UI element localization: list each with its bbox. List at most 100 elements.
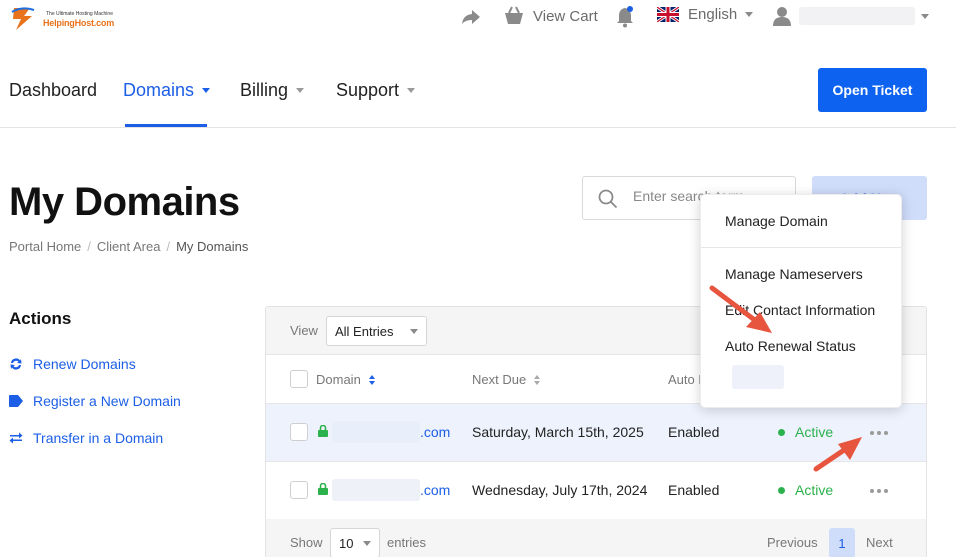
basket-icon	[505, 6, 523, 24]
chevron-down-icon	[921, 13, 929, 19]
top-bar: The Ultimate Hosting Machine HelpingHost…	[0, 0, 956, 34]
open-ticket-button[interactable]: Open Ticket	[818, 68, 927, 112]
main-nav: Dashboard Domains Billing Support Open T…	[0, 60, 956, 128]
menu-auto-renewal-status[interactable]: Auto Renewal Status	[725, 338, 856, 354]
status-dot-icon	[778, 428, 785, 436]
table-row[interactable]: .com Wednesday, July 17th, 2024 Enabled …	[266, 462, 926, 520]
more-options-icon[interactable]	[870, 489, 891, 493]
status-badge: Active	[778, 482, 833, 498]
transfer-domain-link[interactable]: Transfer in a Domain	[9, 430, 163, 446]
breadcrumb-separator: /	[166, 239, 171, 254]
menu-manage-nameservers[interactable]: Manage Nameservers	[725, 266, 863, 282]
sort-icon	[368, 374, 375, 385]
column-domain-label: Domain	[316, 372, 361, 387]
domain-name-redacted	[332, 421, 420, 443]
chevron-down-icon	[296, 88, 305, 93]
sync-icon	[10, 358, 22, 370]
auto-renew-value: Enabled	[668, 424, 720, 440]
page-size-value: 10	[339, 535, 354, 551]
share-button[interactable]	[460, 8, 482, 26]
status-label: Active	[795, 424, 834, 440]
page-title: My Domains	[9, 180, 240, 224]
status-label: Active	[795, 482, 834, 498]
page-number-button[interactable]: 1	[829, 528, 855, 557]
register-domain-link[interactable]: Register a New Domain	[9, 393, 181, 409]
breadcrumb-current: My Domains	[176, 239, 249, 254]
notifications-button[interactable]	[615, 6, 635, 28]
brand-logo[interactable]: The Ultimate Hosting Machine HelpingHost…	[10, 4, 114, 34]
breadcrumb-client-area[interactable]: Client Area	[97, 239, 161, 254]
language-label: English	[688, 6, 738, 23]
lock-icon	[318, 483, 328, 495]
menu-manage-domain[interactable]: Manage Domain	[725, 213, 828, 229]
row-checkbox[interactable]	[290, 481, 308, 499]
user-icon	[773, 7, 791, 26]
uk-flag-icon	[657, 7, 679, 22]
domain-actions-menu: Manage Domain Manage Nameservers Edit Co…	[700, 194, 902, 408]
table-footer: Show 10 entries Previous 1 Next	[266, 519, 926, 557]
column-domain[interactable]: Domain	[316, 372, 375, 387]
status-badge: Active	[778, 424, 833, 440]
view-filter-value: All Entries	[335, 323, 394, 339]
entries-label: entries	[387, 535, 427, 550]
user-menu[interactable]	[773, 6, 929, 26]
page-size-select[interactable]: 10	[330, 528, 380, 557]
next-page-button[interactable]: Next	[866, 535, 893, 550]
row-checkbox[interactable]	[290, 423, 308, 441]
next-due-date: Wednesday, July 17th, 2024	[472, 482, 648, 498]
nav-active-indicator	[125, 124, 207, 127]
view-filter-select[interactable]: All Entries	[326, 316, 427, 346]
language-selector[interactable]: English	[657, 6, 754, 23]
nav-billing[interactable]: Billing	[240, 80, 305, 101]
view-cart-label: View Cart	[533, 7, 598, 25]
view-label: View	[290, 323, 318, 338]
menu-item-redacted	[732, 365, 784, 389]
auto-renew-value: Enabled	[668, 482, 720, 498]
table-row[interactable]: .com Saturday, March 15th, 2025 Enabled …	[266, 404, 926, 462]
renew-domains-label: Renew Domains	[33, 356, 136, 372]
select-all-checkbox[interactable]	[290, 370, 308, 388]
nav-domains[interactable]: Domains	[123, 80, 211, 101]
actions-heading: Actions	[9, 309, 72, 328]
column-next-due[interactable]: Next Due	[472, 372, 541, 387]
chevron-down-icon	[202, 88, 211, 93]
lock-icon	[318, 425, 328, 437]
status-dot-icon	[778, 486, 785, 494]
domain-name-redacted	[332, 479, 420, 501]
share-icon	[462, 10, 480, 24]
menu-edit-contact-info[interactable]: Edit Contact Information	[725, 302, 875, 318]
breadcrumb: Portal Home / Client Area / My Domains	[9, 239, 248, 254]
register-domain-label: Register a New Domain	[33, 393, 181, 409]
domain-link[interactable]: .com	[420, 424, 450, 440]
sort-icon	[534, 374, 541, 385]
transfer-icon	[9, 432, 23, 444]
nav-dashboard[interactable]: Dashboard	[9, 80, 97, 101]
breadcrumb-portal-home[interactable]: Portal Home	[9, 239, 81, 254]
domain-link[interactable]: .com	[420, 482, 450, 498]
show-label: Show	[290, 535, 323, 550]
nav-support-label: Support	[336, 80, 400, 100]
nav-billing-label: Billing	[240, 80, 289, 100]
nav-support[interactable]: Support	[336, 80, 416, 101]
column-next-due-label: Next Due	[472, 372, 527, 387]
more-options-icon[interactable]	[870, 431, 891, 435]
nav-dashboard-label: Dashboard	[9, 80, 98, 100]
chevron-down-icon	[745, 12, 754, 17]
view-cart-link[interactable]: View Cart	[503, 6, 598, 26]
bell-icon	[617, 6, 633, 28]
chevron-down-icon	[363, 540, 371, 546]
renew-domains-link[interactable]: Renew Domains	[9, 356, 136, 372]
chevron-down-icon	[407, 88, 416, 93]
brand-tagline: The Ultimate Hosting Machine	[46, 11, 113, 17]
next-due-date: Saturday, March 15th, 2025	[472, 424, 644, 440]
chevron-down-icon	[410, 328, 418, 334]
logo-icon	[11, 7, 35, 30]
menu-divider	[701, 247, 901, 248]
brand-name: HelpingHost.com	[43, 18, 115, 28]
tag-icon	[9, 395, 23, 407]
nav-domains-label: Domains	[123, 80, 195, 100]
username-redacted	[799, 7, 915, 25]
previous-page-button[interactable]: Previous	[767, 535, 818, 550]
transfer-domain-label: Transfer in a Domain	[33, 430, 164, 446]
breadcrumb-separator: /	[87, 239, 91, 254]
